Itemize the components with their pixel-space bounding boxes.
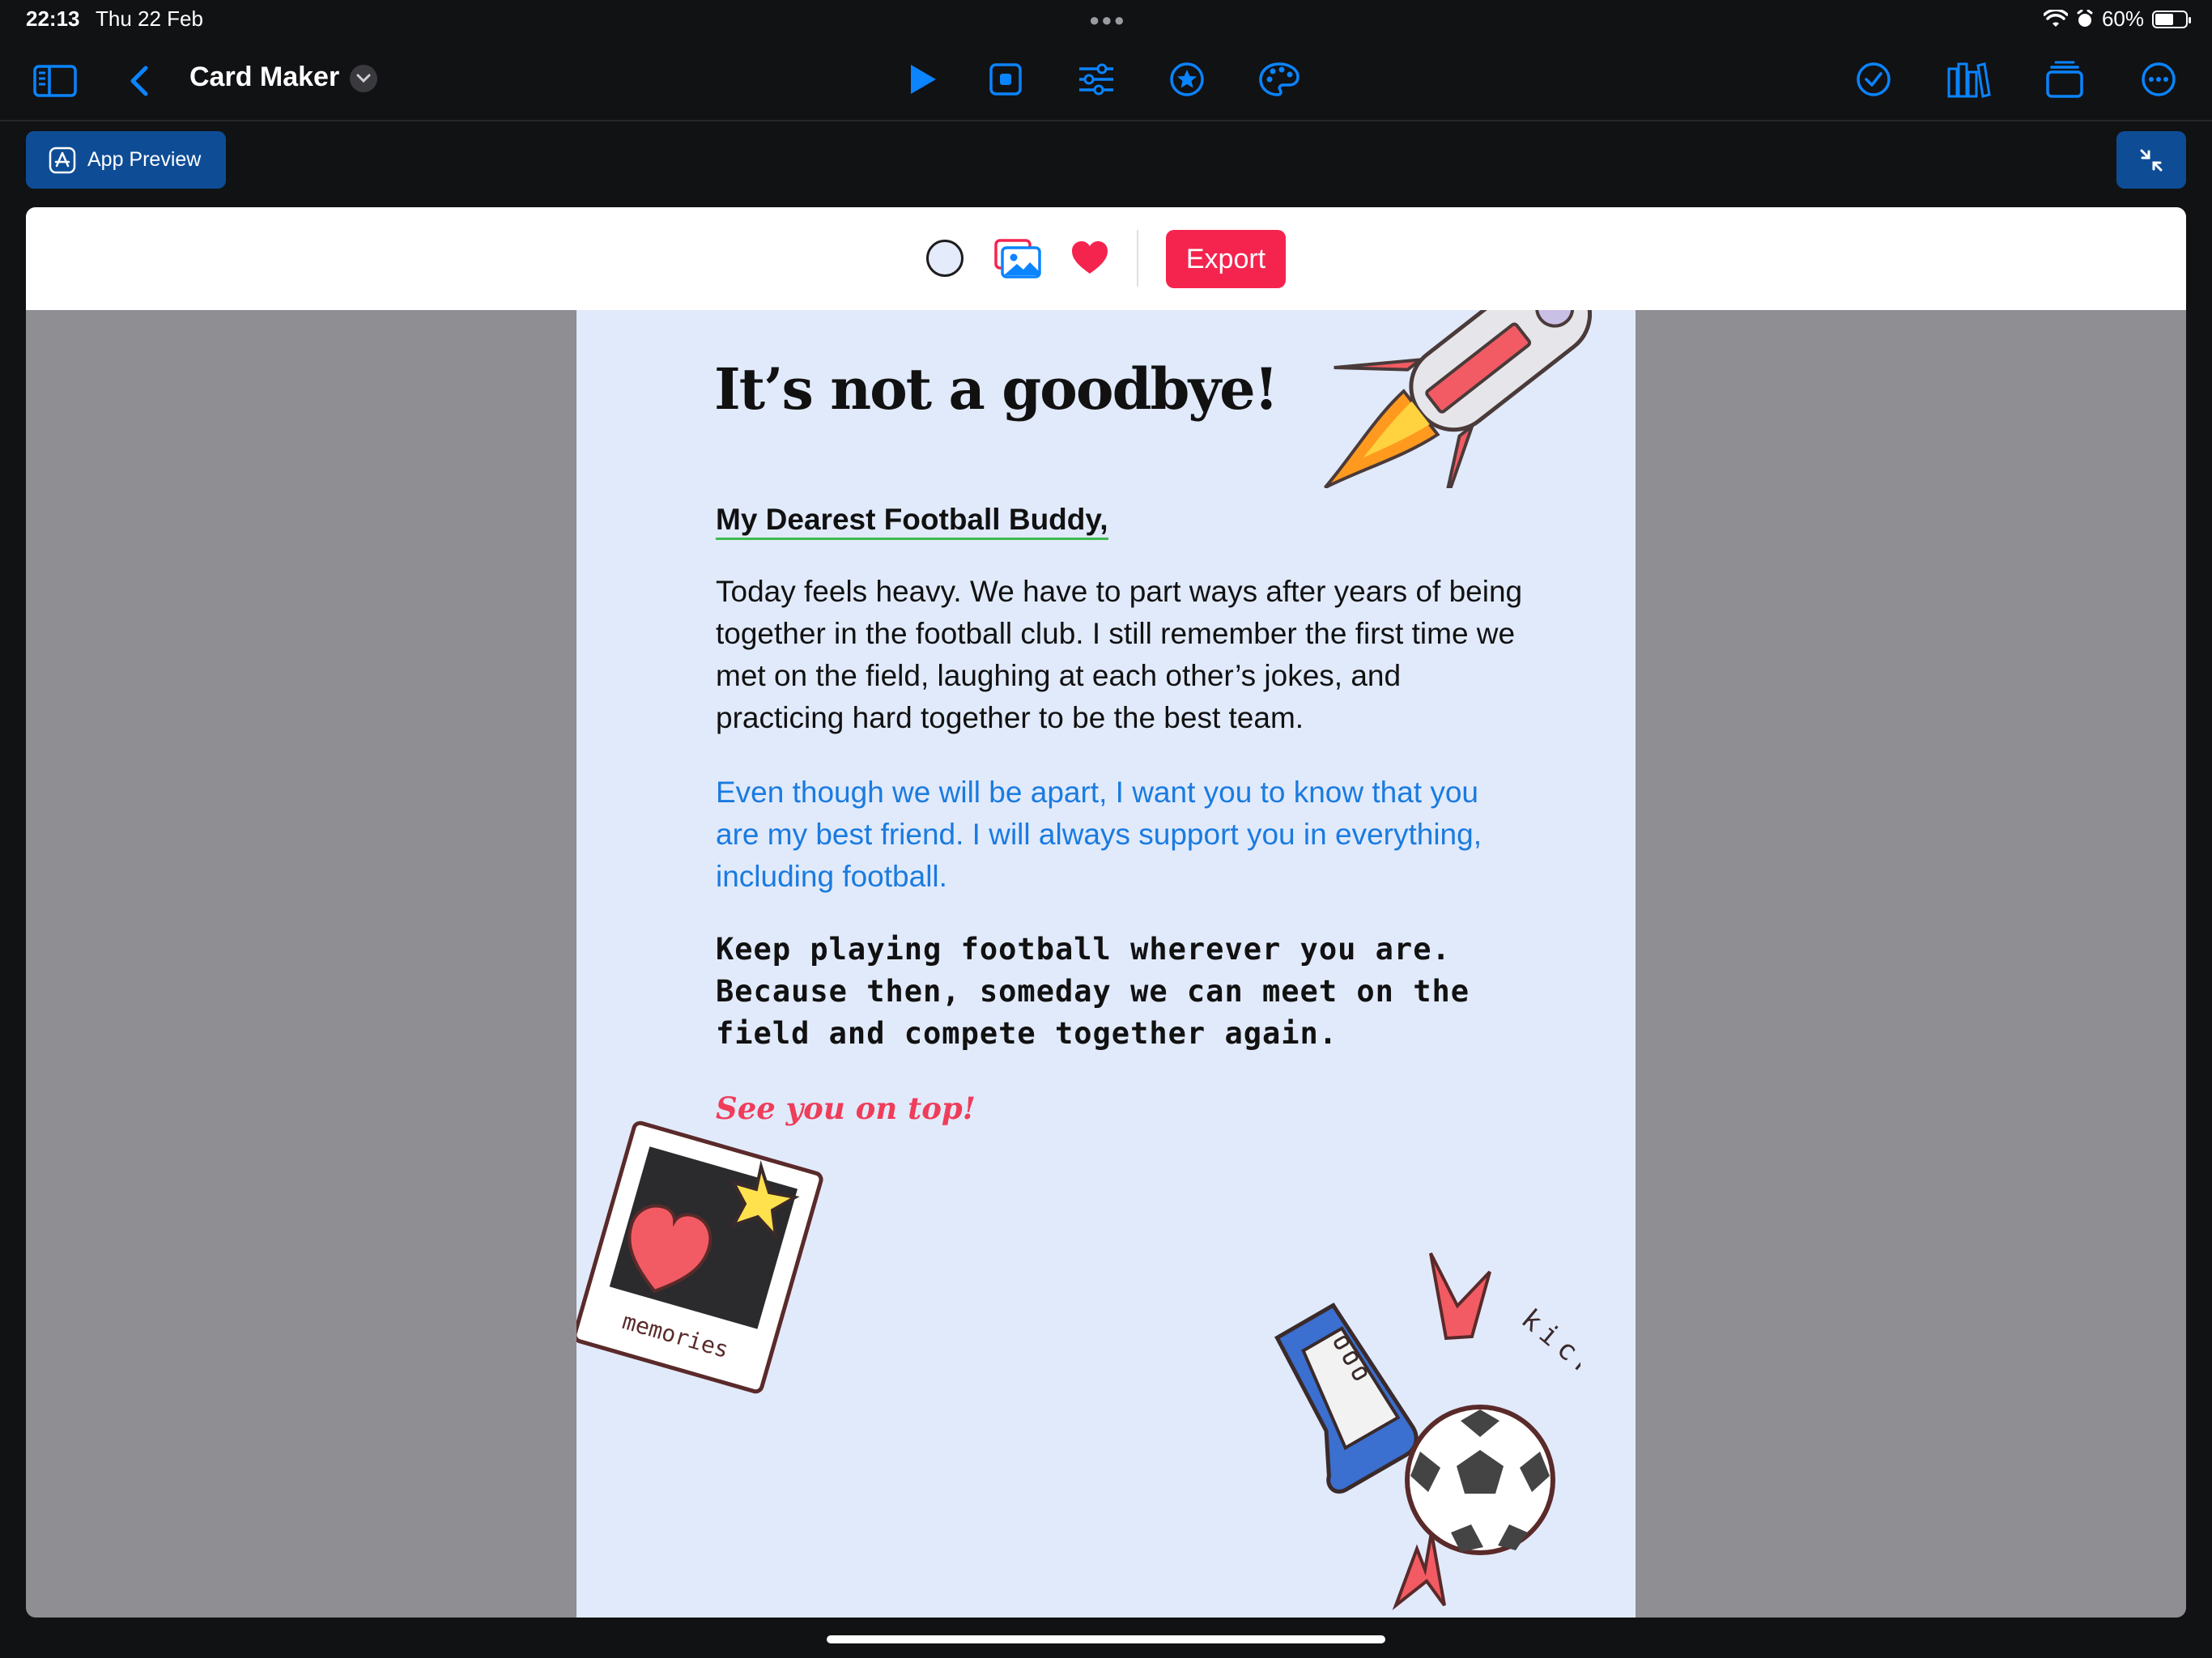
status-bar: 22:13 Thu 22 Feb ●●● 60% [0, 0, 2212, 39]
stop-record-icon[interactable] [983, 57, 1028, 102]
card-paragraph-2[interactable]: Even though we will be apart, I want you… [716, 772, 1525, 898]
battery-icon [2152, 10, 2191, 28]
wifi-icon [2043, 9, 2068, 27]
home-indicator[interactable] [827, 1635, 1385, 1643]
export-button[interactable]: Export [1166, 230, 1286, 288]
multitasking-dots-icon[interactable]: ●●● [1089, 10, 1126, 31]
heart-icon[interactable] [1070, 240, 1109, 279]
app-store-icon [49, 147, 76, 173]
status-date: Thu 22 Feb [96, 6, 203, 31]
collapse-arrows-icon [2140, 149, 2163, 171]
checkmark-circle-icon[interactable] [1851, 57, 1896, 102]
app-preview-button[interactable]: App Preview [26, 131, 226, 189]
sliders-icon[interactable] [1074, 57, 1119, 102]
alarm-icon [2077, 9, 2093, 27]
app-title[interactable]: Card Maker [189, 62, 339, 93]
library-books-icon[interactable] [1946, 57, 1992, 102]
palette-icon[interactable] [1257, 57, 1302, 102]
card-paragraph-3[interactable]: Keep playing football wherever you are. … [716, 929, 1525, 1055]
battery-percent: 60% [2101, 6, 2144, 31]
background-color-picker[interactable] [926, 240, 963, 277]
toolbar-separator [1137, 230, 1138, 287]
more-ellipsis-icon[interactable] [2136, 57, 2181, 102]
preview-canvas: Export It’s not a goodbye! My Dearest Fo… [26, 207, 2186, 1618]
card-paragraph-1[interactable]: Today feels heavy. We have to part ways … [716, 571, 1525, 739]
card-greeting[interactable]: My Dearest Football Buddy, [716, 503, 1108, 540]
memories-polaroid-sticker-icon[interactable]: memories [576, 1120, 836, 1395]
app-preview-label: App Preview [87, 148, 202, 171]
star-circle-icon[interactable] [1164, 57, 1210, 102]
kick-it-football-sticker-icon[interactable]: kick it! [1257, 1249, 1580, 1613]
toolbar-divider [0, 120, 2212, 121]
stacked-windows-icon[interactable] [2042, 57, 2087, 102]
play-icon[interactable] [900, 57, 946, 102]
sidebar-toggle-icon[interactable] [32, 58, 78, 104]
card-toolbar: Export [26, 207, 2186, 310]
greeting-card: It’s not a goodbye! My Dearest Football … [576, 310, 1636, 1618]
back-chevron-icon[interactable] [117, 58, 162, 104]
status-time: 22:13 [26, 6, 80, 31]
card-title[interactable]: It’s not a goodbye! [714, 355, 1278, 423]
collapse-preview-button[interactable] [2116, 131, 2186, 189]
rocket-sticker-icon[interactable] [1289, 310, 1629, 488]
photo-icon[interactable] [994, 238, 1041, 283]
title-menu-chevron-down-icon[interactable] [350, 65, 377, 92]
